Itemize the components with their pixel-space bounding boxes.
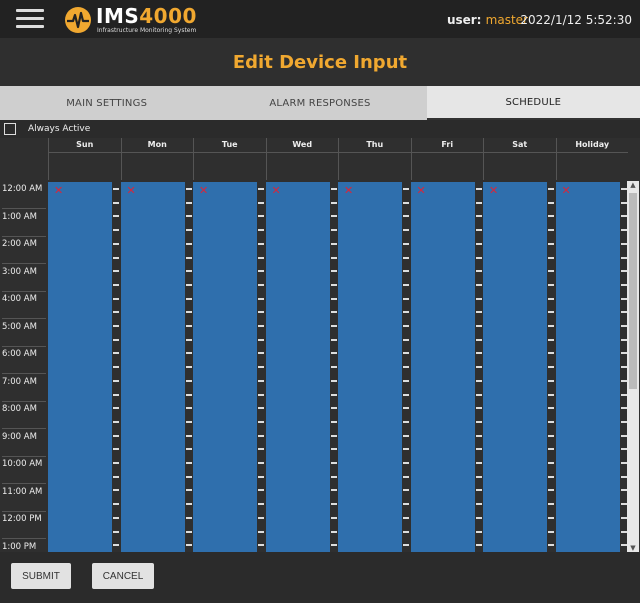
scrollbar-thumb[interactable] [629, 193, 637, 389]
hamburger-menu-icon[interactable] [16, 9, 44, 29]
schedule-block-tue[interactable]: ✕ [193, 182, 257, 552]
title-bar: Edit Device Input [0, 38, 640, 86]
delete-block-icon[interactable]: ✕ [199, 184, 208, 197]
scroll-down-icon[interactable]: ▼ [627, 544, 639, 552]
submit-button[interactable]: SUBMIT [11, 563, 71, 589]
time-label: 10:00 AM [2, 457, 46, 484]
day-header-tue: Tue [193, 138, 266, 180]
top-bar: IMS4000 Infrastructure Monitoring System… [0, 0, 640, 38]
logo: IMS4000 Infrastructure Monitoring System [64, 4, 214, 36]
pulse-logo-icon [65, 7, 91, 33]
time-label: 12:00 AM [2, 182, 46, 209]
schedule-grid: ▲ ▼ Sun ✕ Mon ✕ Tue ✕ Wed ✕ Thu ✕ Fri ✕ Sat ✕ Holiday ✕… [0, 138, 640, 552]
schedule-block-sun[interactable]: ✕ [48, 182, 112, 552]
vertical-scrollbar[interactable]: ▲ ▼ [627, 181, 639, 552]
time-label: 5:00 AM [2, 320, 46, 347]
day-header-holiday: Holiday [555, 138, 628, 180]
delete-block-icon[interactable]: ✕ [54, 184, 63, 197]
day-header-sun: Sun [48, 138, 121, 180]
day-header-sat: Sat [483, 138, 556, 180]
day-label: Tue [194, 138, 266, 153]
day-label: Sat [484, 138, 556, 153]
time-label: 6:00 AM [2, 347, 46, 374]
resize-ticks [330, 182, 337, 552]
resize-ticks [403, 182, 409, 552]
time-label: 4:00 AM [2, 292, 46, 319]
delete-block-icon[interactable]: ✕ [272, 184, 281, 197]
day-header-thu: Thu [338, 138, 411, 180]
resize-ticks [185, 182, 192, 552]
brand-name: IMS4000 [96, 4, 197, 28]
resize-ticks [548, 182, 554, 552]
scroll-up-icon[interactable]: ▲ [627, 181, 639, 191]
tab-bar: MAIN SETTINGS ALARM RESPONSES SCHEDULE [0, 86, 640, 120]
tab-main-settings[interactable]: MAIN SETTINGS [0, 86, 213, 120]
delete-block-icon[interactable]: ✕ [489, 184, 498, 197]
cancel-button[interactable]: CANCEL [92, 563, 154, 589]
user-info: user: master [446, 13, 528, 27]
time-label: 11:00 AM [2, 485, 46, 512]
schedule-block-sat[interactable]: ✕ [483, 182, 547, 552]
always-active-row: Always Active [0, 120, 640, 138]
day-header-wed: Wed [265, 138, 338, 180]
time-label: 8:00 AM [2, 402, 46, 429]
resize-ticks [113, 182, 119, 552]
delete-block-icon[interactable]: ✕ [127, 184, 136, 197]
day-header-fri: Fri [410, 138, 483, 180]
day-label: Mon [121, 138, 193, 153]
resize-ticks [620, 182, 627, 552]
resize-ticks [258, 182, 264, 552]
schedule-block-fri[interactable]: ✕ [410, 182, 475, 552]
day-label: Wed [266, 138, 338, 153]
resize-ticks [475, 182, 482, 552]
day-label: Holiday [556, 138, 628, 153]
delete-block-icon[interactable]: ✕ [562, 184, 571, 197]
day-label: Sun [49, 138, 121, 153]
always-active-checkbox[interactable] [4, 123, 16, 135]
delete-block-icon[interactable]: ✕ [344, 184, 353, 197]
time-label: 3:00 AM [2, 265, 46, 292]
datetime: 2022/1/12 5:52:30 [520, 13, 632, 27]
time-label: 9:00 AM [2, 430, 46, 457]
time-label: 2:00 AM [2, 237, 46, 264]
day-label: Thu [339, 138, 411, 153]
always-active-label: Always Active [28, 124, 91, 134]
time-label: 7:00 AM [2, 375, 46, 402]
day-label: Fri [411, 138, 483, 153]
delete-block-icon[interactable]: ✕ [417, 184, 426, 197]
schedule-block-thu[interactable]: ✕ [338, 182, 402, 552]
tab-alarm-responses[interactable]: ALARM RESPONSES [213, 86, 426, 120]
day-header-mon: Mon [120, 138, 193, 180]
time-label: 12:00 PM [2, 512, 46, 539]
schedule-block-wed[interactable]: ✕ [265, 182, 330, 552]
schedule-block-mon[interactable]: ✕ [120, 182, 185, 552]
brand-tagline: Infrastructure Monitoring System [97, 27, 197, 34]
page-title: Edit Device Input [232, 51, 408, 73]
time-label: 1:00 AM [2, 210, 46, 237]
action-bar: SUBMIT CANCEL [0, 552, 640, 603]
time-label: 1:00 PM [2, 540, 46, 553]
schedule-block-holiday[interactable]: ✕ [555, 182, 620, 552]
tab-schedule[interactable]: SCHEDULE [426, 86, 640, 120]
